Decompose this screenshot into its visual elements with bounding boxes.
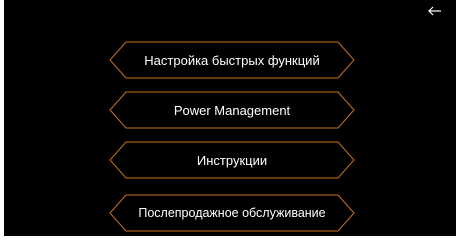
menu-button-power-management[interactable]: Power Management [109, 91, 355, 129]
arrow-left-icon [428, 6, 441, 16]
menu-button-label: Послепродажное обслуживание [138, 206, 326, 220]
back-button[interactable] [426, 2, 444, 20]
menu-button-label: Power Management [173, 102, 291, 118]
menu-button-label: Настройка быстрых функций [144, 52, 320, 68]
screen: Настройка быстрых функций Power Manageme… [0, 0, 461, 240]
menu-button-after-sales-service[interactable]: Послепродажное обслуживание [109, 194, 355, 232]
menu-button-instructions[interactable]: Инструкции [109, 141, 355, 179]
menu-button-label: Инструкции [196, 152, 268, 168]
settings-panel: Настройка быстрых функций Power Manageme… [4, 0, 456, 236]
menu-button-quick-functions[interactable]: Настройка быстрых функций [109, 41, 355, 79]
